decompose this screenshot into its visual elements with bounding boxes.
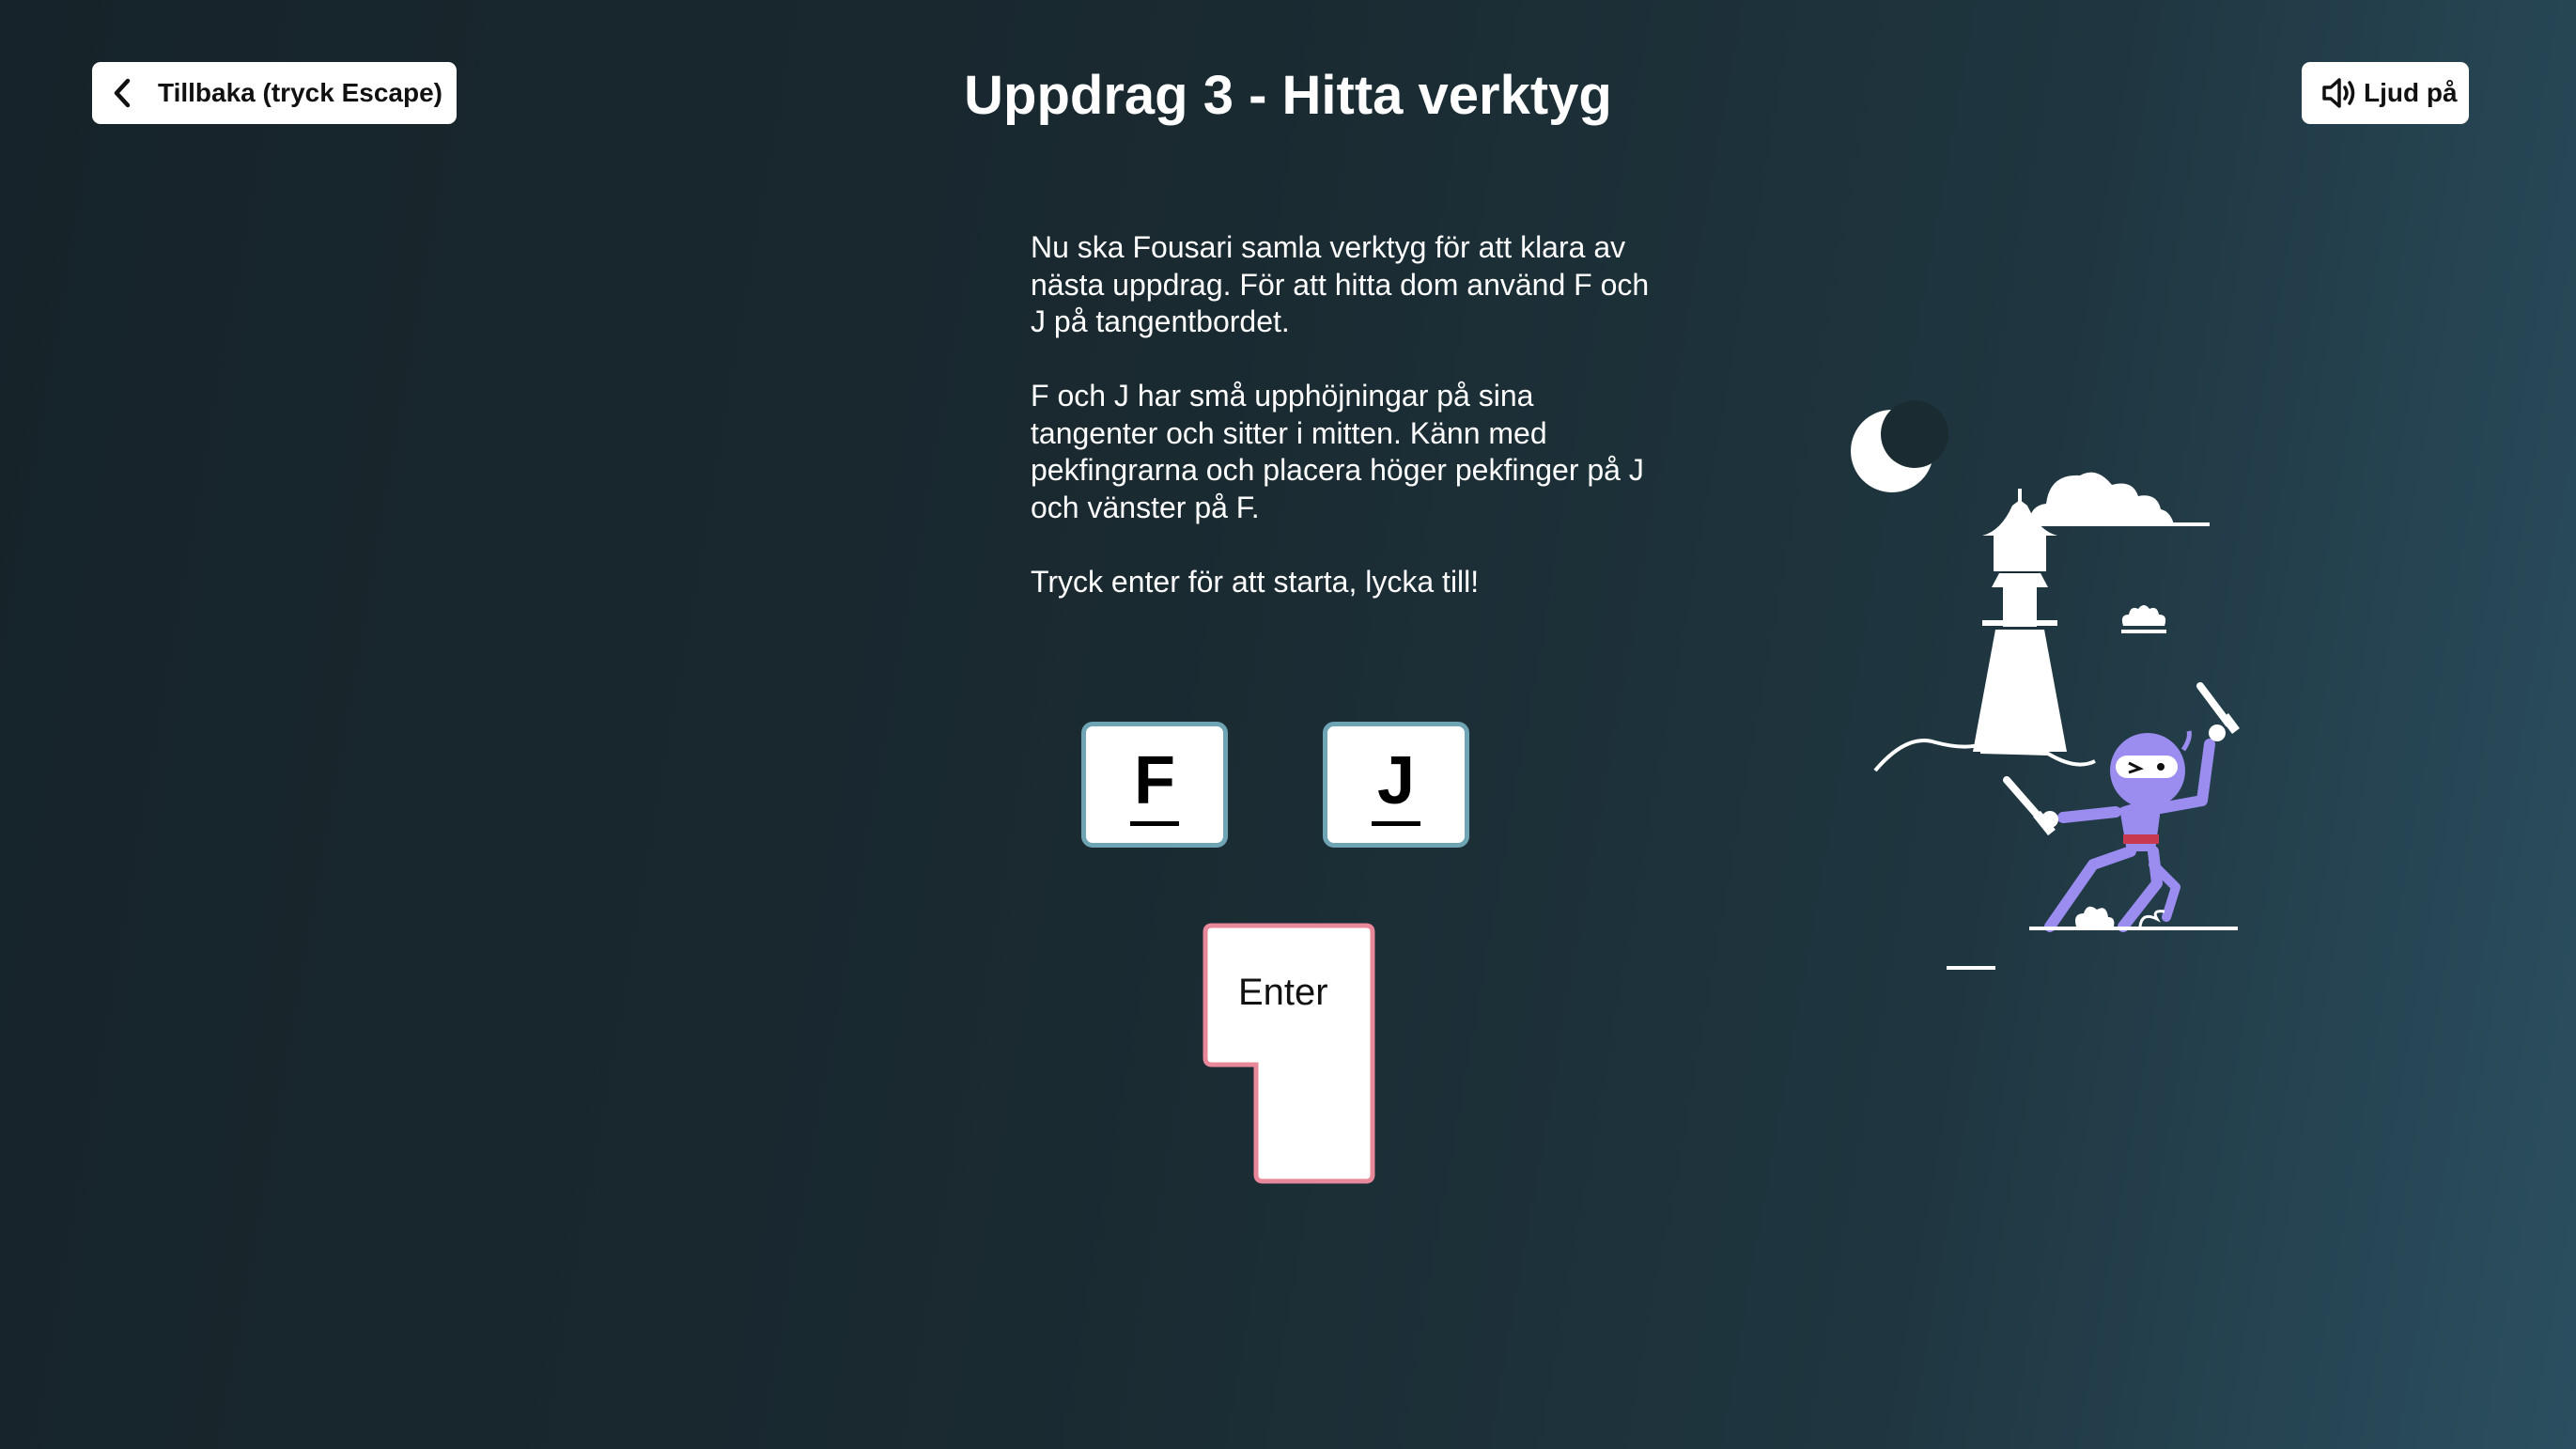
moon-icon bbox=[1851, 400, 1948, 492]
instructions-paragraph: Tryck enter för att starta, lycka till! bbox=[1031, 564, 1480, 599]
speaker-icon bbox=[2320, 75, 2358, 111]
key-j[interactable]: J bbox=[1323, 722, 1469, 848]
instructions-paragraph: F och J har små upphöjningar på sina tan… bbox=[1031, 379, 1644, 524]
enter-key-label: Enter bbox=[1238, 972, 1328, 1013]
enter-key-shape bbox=[1203, 923, 1375, 1184]
lotus-icon bbox=[2121, 605, 2166, 633]
key-j-bump bbox=[1372, 820, 1420, 826]
key-j-label: J bbox=[1376, 742, 1416, 818]
key-f-label: F bbox=[1134, 742, 1175, 818]
instructions: Nu ska Fousari samla verktyg för att kla… bbox=[1031, 229, 1651, 638]
key-f[interactable]: F bbox=[1081, 722, 1228, 848]
instructions-paragraph: Nu ska Fousari samla verktyg för att kla… bbox=[1031, 230, 1650, 338]
page-title: Uppdrag 3 - Hitta verktyg bbox=[964, 65, 1612, 126]
ninja-illustration bbox=[1841, 395, 2273, 987]
sound-toggle-button[interactable]: Ljud på bbox=[2302, 62, 2469, 124]
key-f-bump bbox=[1130, 820, 1179, 826]
cloud-icon bbox=[2020, 472, 2210, 526]
lighthouse-icon bbox=[1973, 489, 2067, 752]
enter-key[interactable]: Enter bbox=[1203, 923, 1375, 1184]
sound-button-label: Ljud på bbox=[2364, 78, 2458, 107]
